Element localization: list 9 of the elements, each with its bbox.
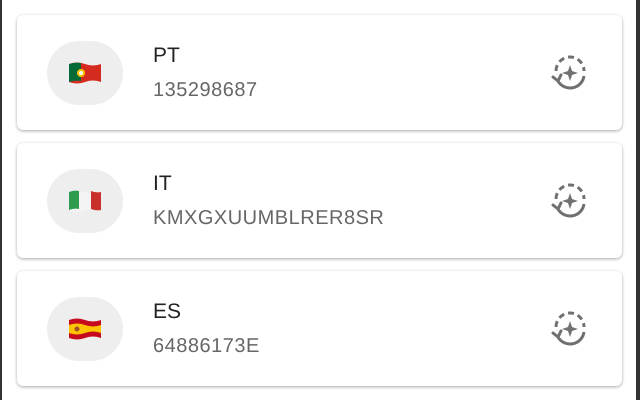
identifier-number: 64886173E xyxy=(153,334,261,360)
flag-icon xyxy=(67,316,103,342)
country-code: PT xyxy=(153,42,181,69)
flag-icon xyxy=(67,188,103,214)
flag-icon xyxy=(67,60,103,86)
country-code: IT xyxy=(153,170,173,197)
identifier-number: 135298687 xyxy=(153,78,259,104)
country-code: ES xyxy=(153,298,182,325)
identifier-number: KMXGXUUMBLRER8SR xyxy=(153,206,386,232)
